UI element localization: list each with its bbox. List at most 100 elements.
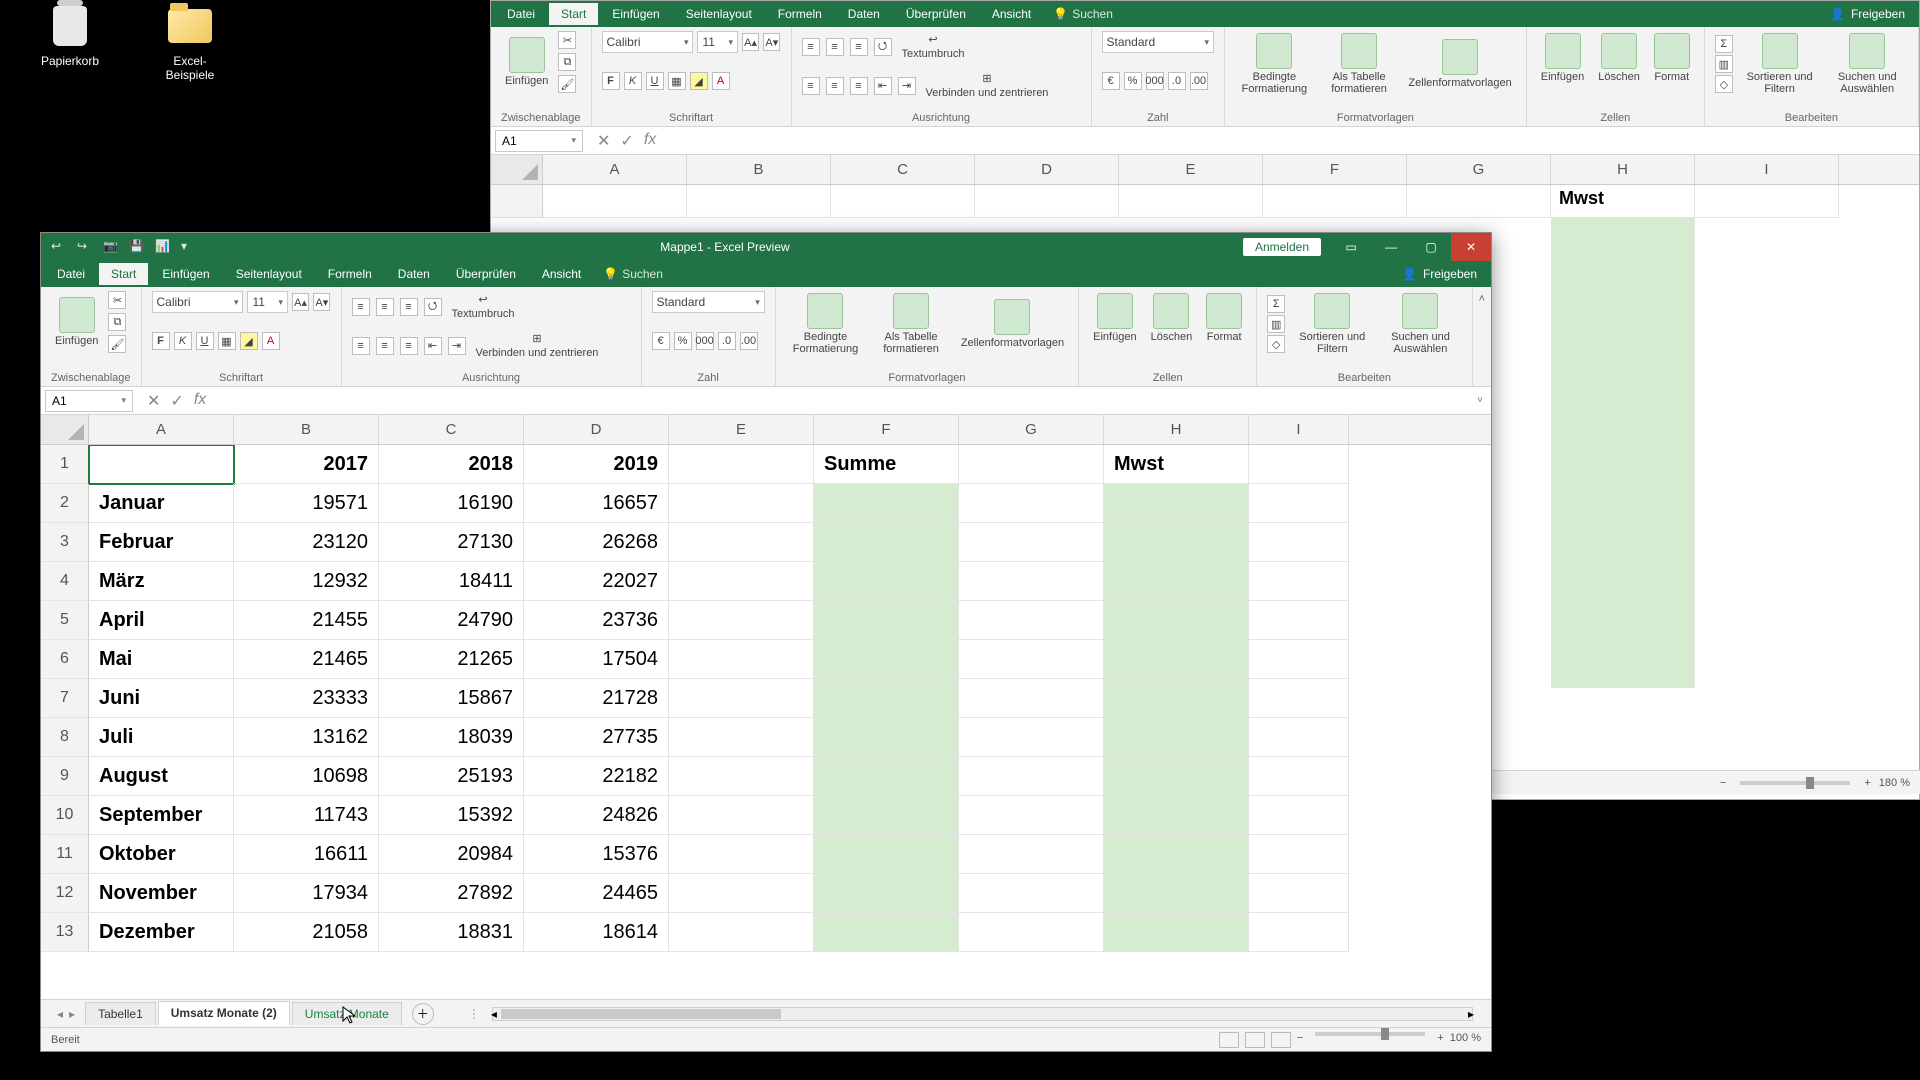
cell-A12[interactable]: November: [89, 874, 234, 913]
cell-G2[interactable]: [959, 484, 1104, 523]
cell-G3[interactable]: [959, 523, 1104, 562]
tab-review[interactable]: Überprüfen: [444, 263, 528, 285]
cell-I10[interactable]: [1249, 796, 1349, 835]
colhdr-E[interactable]: E: [669, 415, 814, 444]
colhdr-H[interactable]: H: [1551, 155, 1695, 184]
tab-file[interactable]: Datei: [495, 3, 547, 25]
share-button[interactable]: 👤 Freigeben: [1820, 7, 1915, 21]
align-left-icon[interactable]: ≡: [802, 77, 820, 95]
ribbon-display-icon[interactable]: ▭: [1331, 233, 1371, 261]
sort-filter-button[interactable]: Sortieren und Filtern: [1739, 31, 1821, 97]
fill-color-button[interactable]: ◢: [690, 72, 708, 90]
indent-inc-icon[interactable]: ⇥: [448, 337, 466, 355]
formula-input[interactable]: [216, 390, 1469, 412]
cell-H4[interactable]: [1104, 562, 1249, 601]
cell-H13[interactable]: [1104, 913, 1249, 952]
align-mid-icon[interactable]: ≡: [826, 38, 844, 56]
sort-filter-button[interactable]: Sortieren und Filtern: [1291, 291, 1373, 357]
cell-G6[interactable]: [959, 640, 1104, 679]
zoom-out-icon[interactable]: −: [1297, 1032, 1303, 1048]
currency-icon[interactable]: €: [1102, 72, 1120, 90]
cell-A4[interactable]: März: [89, 562, 234, 601]
tab-data[interactable]: Daten: [836, 3, 892, 25]
cell-C1[interactable]: 2018: [379, 445, 524, 484]
sheet-tab-umsatz-2[interactable]: Umsatz Monate (2): [158, 1001, 290, 1026]
inc-decimal-icon[interactable]: .0: [718, 332, 736, 350]
cell-I13[interactable]: [1249, 913, 1349, 952]
increase-font-icon[interactable]: A▴: [292, 293, 309, 311]
qa-camera-icon[interactable]: 📷: [103, 239, 119, 255]
colhdr-D[interactable]: D: [975, 155, 1119, 184]
find-select-button[interactable]: Suchen und Auswählen: [1826, 31, 1908, 97]
align-mid-icon[interactable]: ≡: [376, 298, 394, 316]
cell-E2[interactable]: [669, 484, 814, 523]
row-header[interactable]: 3: [41, 523, 89, 562]
cell-I5[interactable]: [1249, 601, 1349, 640]
fill-icon[interactable]: ▥: [1715, 55, 1733, 73]
dec-decimal-icon[interactable]: .00: [740, 332, 758, 350]
sheet-tab-umsatz[interactable]: Umsatz Monate: [292, 1002, 402, 1025]
dec-decimal-icon[interactable]: .00: [1190, 72, 1208, 90]
merge-center-button[interactable]: ⊞Verbinden und zentrieren: [922, 70, 1053, 101]
tab-formulas[interactable]: Formeln: [316, 263, 384, 285]
cell-E13[interactable]: [669, 913, 814, 952]
cell-C2[interactable]: 16190: [379, 484, 524, 523]
cell-C9[interactable]: 25193: [379, 757, 524, 796]
colhdr-C[interactable]: C: [379, 415, 524, 444]
cell-D12[interactable]: 24465: [524, 874, 669, 913]
worksheet-grid[interactable]: 1201720182019SummeMwst2Januar19571161901…: [41, 445, 1491, 999]
enter-formula-icon[interactable]: ✓: [170, 391, 183, 411]
align-top-icon[interactable]: ≡: [352, 298, 370, 316]
cell-D6[interactable]: 17504: [524, 640, 669, 679]
zoom-in-icon[interactable]: +: [1437, 1032, 1443, 1048]
cell-B8[interactable]: 13162: [234, 718, 379, 757]
align-right-icon[interactable]: ≡: [400, 337, 418, 355]
paste-button[interactable]: Einfügen: [501, 35, 552, 89]
number-format-dropdown[interactable]: Standard▾: [652, 291, 765, 313]
qa-forward-icon[interactable]: ↪: [77, 239, 93, 255]
tell-me-search[interactable]: 💡 Suchen: [1053, 7, 1113, 21]
font-name-dropdown[interactable]: Calibri▾: [152, 291, 244, 313]
cell-F6[interactable]: [814, 640, 959, 679]
cell-F9[interactable]: [814, 757, 959, 796]
fx-icon[interactable]: fx: [194, 391, 206, 411]
cell-D11[interactable]: 15376: [524, 835, 669, 874]
horizontal-scrollbar[interactable]: ◂▸: [492, 1007, 1473, 1021]
colhdr-G[interactable]: G: [1407, 155, 1551, 184]
cell-B2[interactable]: 19571: [234, 484, 379, 523]
row-header[interactable]: 13: [41, 913, 89, 952]
tab-data[interactable]: Daten: [386, 263, 442, 285]
cell-C13[interactable]: 18831: [379, 913, 524, 952]
row-header[interactable]: 1: [41, 445, 89, 484]
cell-E7[interactable]: [669, 679, 814, 718]
border-button[interactable]: ▦: [668, 72, 686, 90]
colhdr-H[interactable]: H: [1104, 415, 1249, 444]
row-header[interactable]: 6: [41, 640, 89, 679]
cell-H8[interactable]: [1104, 718, 1249, 757]
cell-H1[interactable]: Mwst: [1104, 445, 1249, 484]
cell-C11[interactable]: 20984: [379, 835, 524, 874]
cell-D4[interactable]: 22027: [524, 562, 669, 601]
cell-E6[interactable]: [669, 640, 814, 679]
merge-center-button[interactable]: ⊞Verbinden und zentrieren: [472, 330, 603, 361]
qa-back-icon[interactable]: ↩: [51, 239, 67, 255]
cell-B12[interactable]: 17934: [234, 874, 379, 913]
cell-H7[interactable]: [1104, 679, 1249, 718]
expand-formula-icon[interactable]: ˅: [1469, 395, 1491, 406]
cell-H12[interactable]: [1104, 874, 1249, 913]
fill-color-button[interactable]: ◢: [240, 332, 258, 350]
cell-C8[interactable]: 18039: [379, 718, 524, 757]
indent-inc-icon[interactable]: ⇥: [898, 77, 916, 95]
colhdr-G[interactable]: G: [959, 415, 1104, 444]
cell-B13[interactable]: 21058: [234, 913, 379, 952]
cond-format-button[interactable]: Bedingte Formatierung: [786, 291, 866, 357]
cell-A1[interactable]: [89, 445, 234, 484]
cell-G5[interactable]: [959, 601, 1104, 640]
cell-C12[interactable]: 27892: [379, 874, 524, 913]
select-all-corner[interactable]: [491, 155, 543, 184]
fx-icon[interactable]: fx: [644, 131, 656, 151]
tab-view[interactable]: Ansicht: [980, 3, 1043, 25]
cell-G1[interactable]: [959, 445, 1104, 484]
row-header[interactable]: 4: [41, 562, 89, 601]
cell-D2[interactable]: 16657: [524, 484, 669, 523]
